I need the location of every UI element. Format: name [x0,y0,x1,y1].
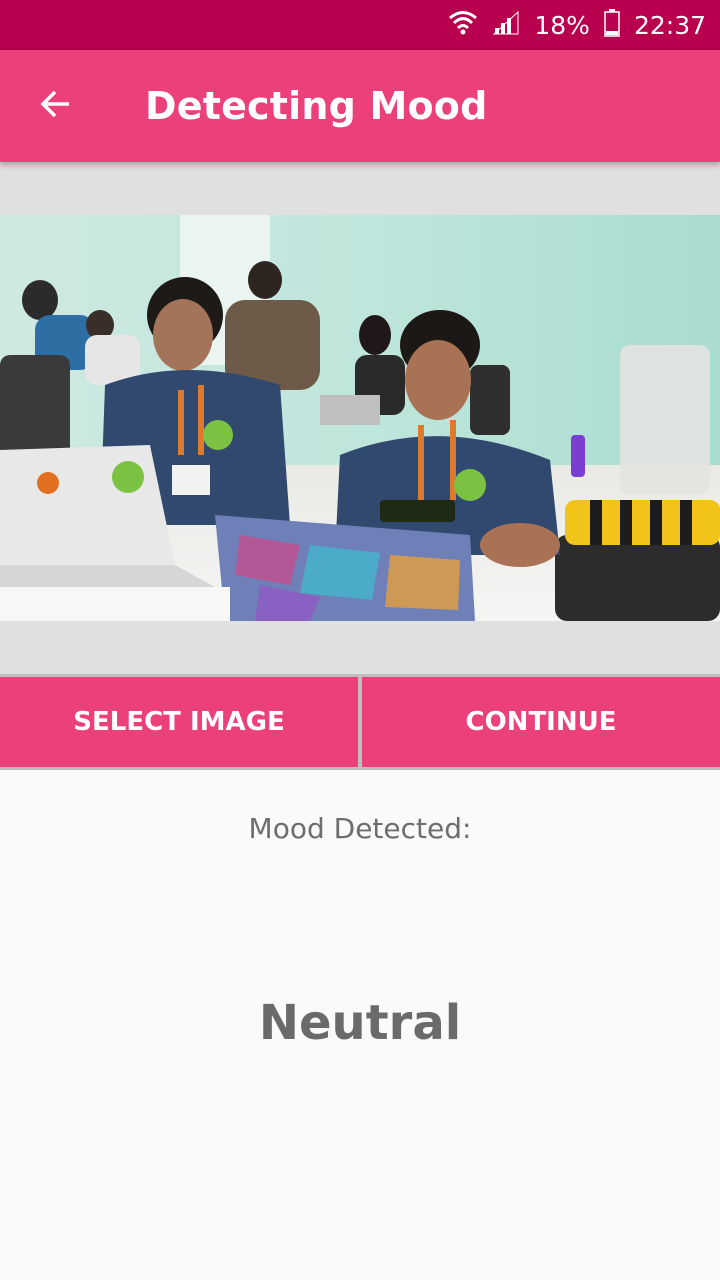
wifi-icon [448,9,478,42]
signal-icon [492,10,520,41]
selected-photo [0,215,720,621]
select-image-button[interactable]: SELECT IMAGE [0,677,358,767]
battery-icon [604,8,620,42]
app-bar: Detecting Mood [0,50,720,162]
status-icons: 18% 22:37 [448,8,706,42]
clock: 22:37 [633,10,706,40]
image-panel [0,162,720,674]
page-title: Detecting Mood [145,84,488,128]
battery-percent: 18% [534,10,590,40]
continue-button[interactable]: CONTINUE [362,677,720,767]
status-bar: 18% 22:37 [0,0,720,50]
action-button-row: SELECT IMAGE CONTINUE [0,674,720,770]
arrow-back-icon [39,87,73,126]
back-button[interactable] [28,78,84,134]
mood-detected-label: Mood Detected: [248,812,472,845]
mood-result-value: Neutral [258,995,462,1051]
